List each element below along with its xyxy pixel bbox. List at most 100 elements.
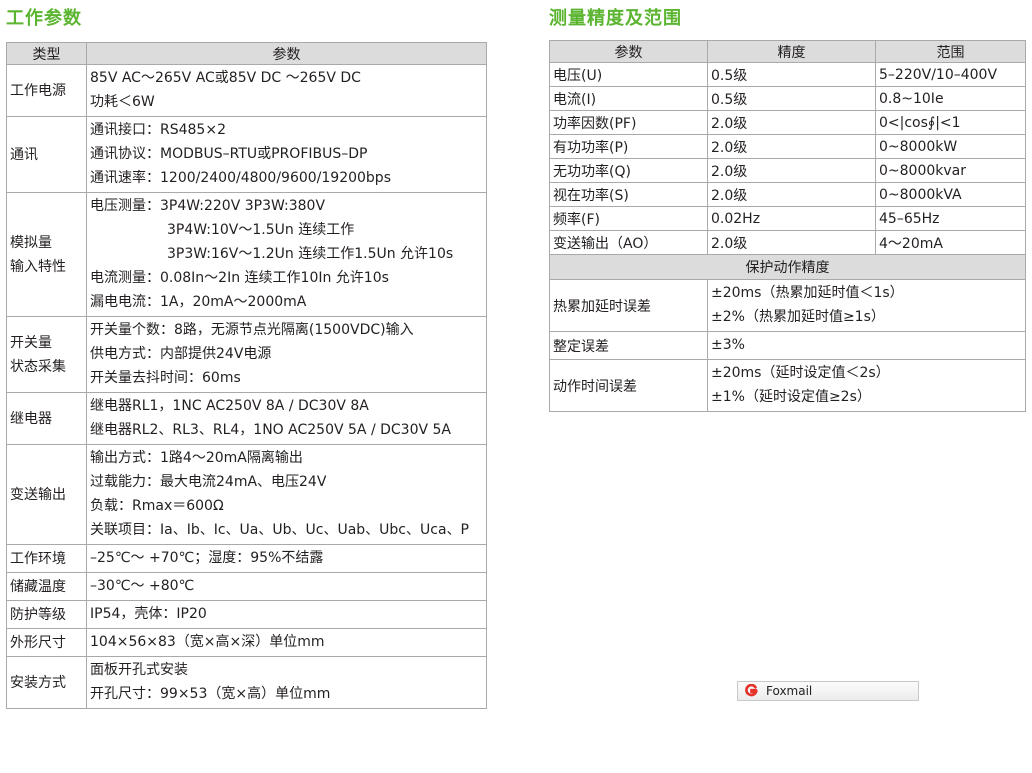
measure-accuracy: 2.0级 [707, 110, 876, 135]
protection-value-line: ±2%（热累加延时值≥1s） [711, 309, 885, 325]
accuracy-row: 频率(F) 0.02Hz 45–65Hz [549, 206, 1026, 231]
param-value-line: –30℃～ +80℃ [90, 578, 195, 594]
measure-accuracy: 2.0级 [707, 158, 876, 183]
param-value-line: 输出方式：1路4～20mA隔离输出 [90, 450, 303, 466]
protection-value-line: ±1%（延时设定值≥2s） [711, 389, 871, 405]
param-category: 继电器 [6, 392, 87, 445]
measure-param: 有功功率(P) [549, 134, 708, 159]
param-category: 通讯 [6, 116, 87, 193]
foxmail-taskbar-button[interactable]: Foxmail [737, 681, 919, 701]
accuracy-row: 电流(I) 0.5级 0.8~10Ie [549, 86, 1026, 111]
protection-row: 热累加延时误差 ±20ms（热累加延时值＜1s） ±2%（热累加延时值≥1s） [549, 279, 1026, 332]
param-category-line: 状态采集 [10, 358, 66, 375]
foxmail-logo-icon [745, 684, 758, 697]
measure-param: 电压(U) [549, 62, 708, 87]
param-value: –25℃～ +70℃；湿度：95%不结露 [86, 544, 487, 573]
measure-range: 0<|cos∮|<1 [875, 110, 1026, 135]
param-value: 通讯接口：RS485×2 通讯协议：MODBUS–RTU或PROFIBUS–DP 通… [86, 116, 487, 193]
measure-range: 5–220V/10–400V [875, 62, 1026, 87]
accuracy-header-row: 参数 精度 范围 [549, 40, 1026, 63]
param-value-line: 功耗＜6W [90, 94, 155, 110]
section-title-accuracy-range: 测量精度及范围 [549, 8, 682, 29]
work-params-row: 通讯 通讯接口：RS485×2 通讯协议：MODBUS–RTU或PROFIBUS–D… [6, 116, 487, 193]
param-value-line: 通讯接口：RS485×2 [90, 122, 226, 138]
foxmail-label: Foxmail [766, 684, 813, 698]
param-value-line: 供电方式：内部提供24V电源 [90, 346, 272, 362]
param-category-line: 输入特性 [10, 258, 66, 275]
param-value-line: 面板开孔式安装 [90, 662, 188, 678]
param-category: 变送输出 [6, 444, 87, 545]
work-params-row: 变送输出 输出方式：1路4～20mA隔离输出 过载能力：最大电流24mA、电压24V… [6, 444, 487, 545]
work-params-row: 储藏温度 –30℃～ +80℃ [6, 572, 487, 601]
measure-range: 0.8~10Ie [875, 86, 1026, 111]
protection-value-line: ±3% [711, 337, 745, 353]
header-param: 参数 [549, 40, 708, 63]
param-category-line: 变送输出 [10, 486, 66, 503]
param-value-line: 负载：Rmax＝600Ω [90, 498, 224, 514]
measure-range: 0~8000kVA [875, 182, 1026, 207]
protection-value: ±20ms（热累加延时值＜1s） ±2%（热累加延时值≥1s） [707, 279, 1026, 332]
param-value: 输出方式：1路4～20mA隔离输出 过载能力：最大电流24mA、电压24V 负载：R… [86, 444, 487, 545]
param-value-line: –25℃～ +70℃；湿度：95%不结露 [90, 550, 324, 566]
work-params-row: 继电器 继电器RL1，1NC AC250V 8A / DC30V 8A 继电器RL2… [6, 392, 487, 445]
protection-value: ±20ms（延时设定值＜2s） ±1%（延时设定值≥2s） [707, 359, 1026, 412]
work-params-row: 安装方式 面板开孔式安装开孔尺寸：99×53（宽×高）单位mm [6, 656, 487, 709]
measure-accuracy: 2.0级 [707, 182, 876, 207]
param-category: 安装方式 [6, 656, 87, 709]
work-params-row: 外形尺寸 104×56×83（宽×高×深）单位mm [6, 628, 487, 657]
param-category: 储藏温度 [6, 572, 87, 601]
measure-param: 视在功率(S) [549, 182, 708, 207]
param-category-line: 开关量 [10, 334, 52, 351]
work-params-table: 类型 参数 工作电源 85V AC～265V AC或85V DC ～265V DC… [6, 42, 487, 709]
accuracy-row: 变送输出（AO） 2.0级 4～20mA [549, 230, 1026, 255]
protection-label: 热累加延时误差 [549, 279, 708, 332]
accuracy-range-table: 参数 精度 范围 电压(U) 0.5级 5–220V/10–400V 电流(I) 0.5… [549, 40, 1026, 412]
measure-accuracy: 0.5级 [707, 62, 876, 87]
param-value: 电压测量：3P4W:220V 3P3W:380V 3P4W:10V～1.5Un 连… [86, 192, 487, 317]
measure-accuracy: 0.5级 [707, 86, 876, 111]
param-category-line: 储藏温度 [10, 578, 66, 595]
measure-range: 0~8000kW [875, 134, 1026, 159]
param-category-line: 继电器 [10, 410, 52, 427]
param-value: IP54，壳体：IP20 [86, 600, 487, 629]
param-category: 工作环境 [6, 544, 87, 573]
work-params-header-row: 类型 参数 [6, 42, 487, 65]
header-range: 范围 [875, 40, 1026, 63]
param-value-line: 通讯协议：MODBUS–RTU或PROFIBUS–DP [90, 146, 368, 162]
param-value-line: 通讯速率：1200/2400/4800/9600/19200bps [90, 170, 391, 186]
protection-label: 整定误差 [549, 331, 708, 360]
header-params: 参数 [86, 42, 487, 65]
param-category-line: 工作环境 [10, 550, 66, 567]
measure-accuracy: 2.0级 [707, 230, 876, 255]
param-value-line: 继电器RL2、RL3、RL4，1NO AC250V 5A / DC30V 5A [90, 422, 451, 438]
param-value-line: 漏电电流：1A，20mA～2000mA [90, 294, 307, 310]
accuracy-row: 电压(U) 0.5级 5–220V/10–400V [549, 62, 1026, 87]
param-value-line: 85V AC～265V AC或85V DC ～265V DC [90, 70, 361, 86]
protection-value-line: ±20ms（延时设定值＜2s） [711, 365, 890, 381]
param-value-line: 电流测量：0.08In～2In 连续工作10In 允许10s [90, 270, 389, 286]
protection-row: 整定误差 ±3% [549, 331, 1026, 360]
protection-value: ±3% [707, 331, 1026, 360]
protection-row: 动作时间误差 ±20ms（延时设定值＜2s） ±1%（延时设定值≥2s） [549, 359, 1026, 412]
header-type: 类型 [6, 42, 87, 65]
param-category: 开关量 状态采集 [6, 316, 87, 393]
measure-param: 功率因数(PF) [549, 110, 708, 135]
work-params-row: 工作环境 –25℃～ +70℃；湿度：95%不结露 [6, 544, 487, 573]
param-value-line: IP54，壳体：IP20 [90, 606, 207, 622]
param-value-line: 104×56×83（宽×高×深）单位mm [90, 634, 325, 650]
measure-range: 0~8000kvar [875, 158, 1026, 183]
accuracy-row: 有功功率(P) 2.0级 0~8000kW [549, 134, 1026, 159]
measure-param: 电流(I) [549, 86, 708, 111]
param-value-line: 开孔尺寸：99×53（宽×高）单位mm [90, 686, 331, 702]
work-params-row: 模拟量 输入特性 电压测量：3P4W:220V 3P3W:380V 3P4W:10V～… [6, 192, 487, 317]
protection-label: 动作时间误差 [549, 359, 708, 412]
param-value-line: 继电器RL1，1NC AC250V 8A / DC30V 8A [90, 398, 369, 414]
param-value: 85V AC～265V AC或85V DC ～265V DC 功耗＜6W [86, 64, 487, 117]
param-category-line: 工作电源 [10, 82, 66, 99]
protection-value-line: ±20ms（热累加延时值＜1s） [711, 285, 904, 301]
param-category-line: 外形尺寸 [10, 634, 66, 651]
header-accuracy: 精度 [707, 40, 876, 63]
param-category-line: 通讯 [10, 146, 38, 163]
measure-param: 无功功率(Q) [549, 158, 708, 183]
param-category: 外形尺寸 [6, 628, 87, 657]
